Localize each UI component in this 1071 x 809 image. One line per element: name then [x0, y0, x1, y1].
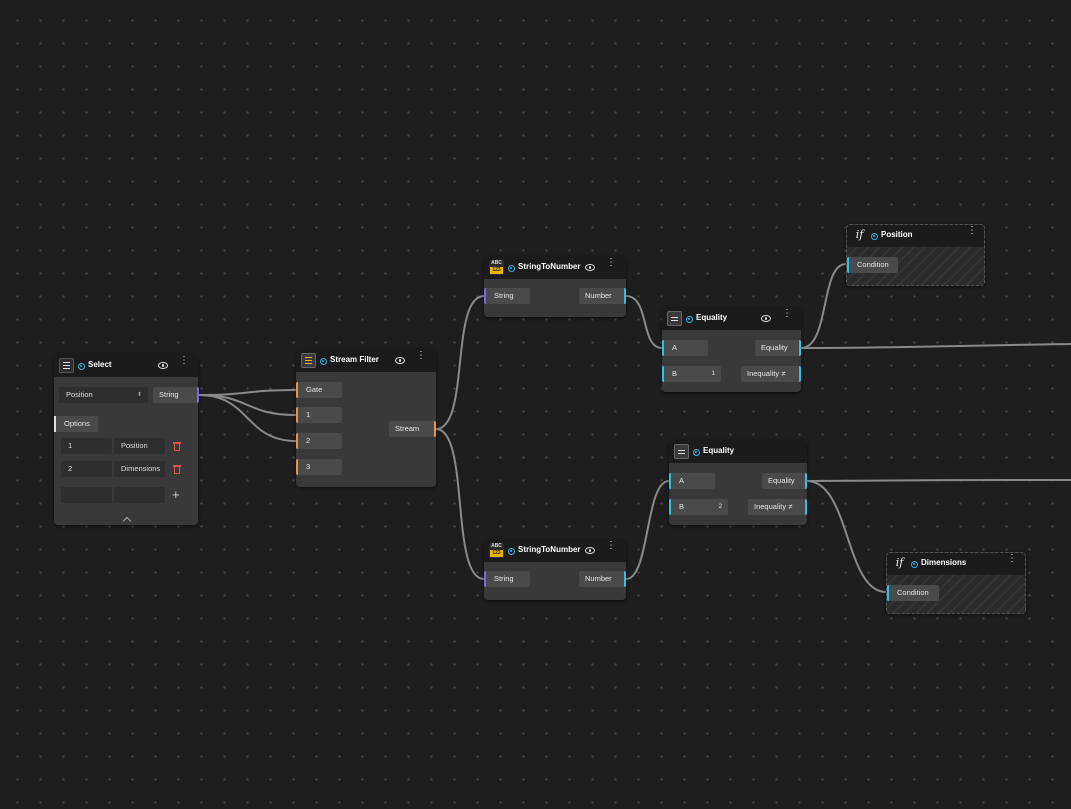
if-icon: if [855, 228, 864, 241]
kebab-icon[interactable]: ⋮ [606, 258, 616, 268]
select-dropdown[interactable]: Position ⬍ [59, 387, 148, 403]
kebab-icon[interactable]: ⋮ [1007, 554, 1017, 564]
equals-icon [667, 311, 682, 326]
node-title: Position [881, 230, 913, 239]
node-header[interactable]: if Position ⋮ [847, 225, 984, 247]
kebab-icon[interactable]: ⋮ [606, 541, 616, 551]
filter-icon [301, 353, 316, 368]
node-header[interactable]: ABC 123 StringToNumber ⋮ [484, 257, 626, 279]
if-icon: if [895, 556, 904, 569]
trash-icon[interactable] [173, 465, 181, 474]
kebab-icon[interactable]: ⋮ [967, 226, 977, 236]
node-title: Dimensions [921, 558, 967, 567]
new-option-label[interactable] [114, 487, 165, 503]
list-icon [59, 358, 74, 373]
output-port-number[interactable]: Number [579, 288, 626, 304]
input-port-b[interactable]: B 2 [669, 499, 728, 515]
node-title: StringToNumber [518, 545, 581, 554]
output-port-equality[interactable]: Equality [762, 473, 807, 489]
option-index-2[interactable]: 2 [61, 461, 112, 477]
plus-icon[interactable]: + [172, 488, 180, 501]
output-port-inequality[interactable]: Inequality ≠ [741, 366, 801, 382]
node-status-dot [320, 358, 327, 365]
option-label-1[interactable]: Position [114, 438, 165, 454]
input-b-label: B [679, 502, 685, 511]
node-header[interactable]: Equality ⋮ [662, 308, 801, 330]
kebab-icon[interactable]: ⋮ [416, 351, 426, 361]
equality-node-bottom[interactable]: Equality A B 2 Equality Inequality ≠ [669, 441, 807, 525]
node-status-dot [78, 363, 85, 370]
select-node[interactable]: Select ⋮ Position ⬍ String Options 1 Pos… [54, 355, 199, 526]
node-title: Equality [696, 313, 728, 322]
node-status-dot [911, 561, 918, 568]
string-to-number-node-top[interactable]: ABC 123 StringToNumber ⋮ String Number [484, 257, 626, 317]
node-header[interactable]: ABC 123 StringToNumber ⋮ [484, 540, 626, 562]
output-port-stream[interactable]: Stream [389, 421, 436, 437]
node-header[interactable]: if Dimensions ⋮ [887, 553, 1025, 575]
chevron-up-icon[interactable] [122, 516, 132, 526]
node-status-dot [871, 233, 878, 240]
input-port-1[interactable]: 1 [296, 407, 342, 423]
kebab-icon[interactable]: ⋮ [782, 309, 792, 319]
input-port-condition[interactable]: Condition [847, 257, 898, 273]
input-port-string[interactable]: String [484, 571, 530, 587]
output-port-string[interactable]: String [153, 387, 199, 403]
node-header[interactable]: Select ⋮ [54, 355, 198, 377]
input-port-gate[interactable]: Gate [296, 382, 342, 398]
output-port-number[interactable]: Number [579, 571, 626, 587]
eye-icon[interactable] [585, 547, 595, 554]
node-header[interactable]: Stream Filter ⋮ [296, 350, 436, 372]
eye-icon[interactable] [585, 264, 595, 271]
input-port-a[interactable]: A [662, 340, 708, 356]
abc-123-icon: ABC 123 [489, 543, 504, 558]
node-status-dot [686, 316, 693, 323]
equals-icon [674, 444, 689, 459]
string-to-number-node-bottom[interactable]: ABC 123 StringToNumber ⋮ String Number [484, 540, 626, 600]
input-port-2[interactable]: 2 [296, 433, 342, 449]
node-header[interactable]: Equality [669, 441, 807, 463]
if-node-position[interactable]: if Position ⋮ Condition [846, 224, 985, 286]
input-port-a[interactable]: A [669, 473, 715, 489]
select-value: Position [66, 390, 93, 399]
node-title: Select [88, 360, 112, 369]
node-status-dot [693, 449, 700, 456]
node-title: Stream Filter [330, 355, 379, 364]
eye-icon[interactable] [395, 357, 405, 364]
option-label-2[interactable]: Dimensions [114, 461, 165, 477]
node-status-dot [508, 265, 515, 272]
eye-icon[interactable] [761, 315, 771, 322]
output-port-inequality[interactable]: Inequality ≠ [748, 499, 807, 515]
node-title: Equality [703, 446, 735, 455]
tab-options[interactable]: Options [54, 416, 98, 432]
input-b-value[interactable]: 1 [712, 366, 715, 382]
input-port-string[interactable]: String [484, 288, 530, 304]
eye-icon[interactable] [158, 362, 168, 369]
input-port-condition[interactable]: Condition [887, 585, 939, 601]
abc-123-icon: ABC 123 [489, 260, 504, 275]
chevron-updown-icon: ⬍ [136, 392, 142, 398]
new-option-index[interactable] [61, 487, 112, 503]
trash-icon[interactable] [173, 442, 181, 451]
option-index-1[interactable]: 1 [61, 438, 112, 454]
stream-filter-node[interactable]: Stream Filter ⋮ Gate 1 2 3 Stream [296, 350, 436, 487]
input-port-3[interactable]: 3 [296, 459, 342, 475]
node-status-dot [508, 548, 515, 555]
input-b-label: B [672, 369, 678, 378]
input-port-b[interactable]: B 1 [662, 366, 721, 382]
kebab-icon[interactable]: ⋮ [179, 356, 189, 366]
node-title: StringToNumber [518, 262, 581, 271]
input-b-value[interactable]: 2 [719, 499, 722, 515]
equality-node-top[interactable]: Equality ⋮ A B 1 Equality Inequality ≠ [662, 308, 801, 392]
output-port-equality[interactable]: Equality [755, 340, 801, 356]
if-node-dimensions[interactable]: if Dimensions ⋮ Condition [886, 552, 1026, 614]
